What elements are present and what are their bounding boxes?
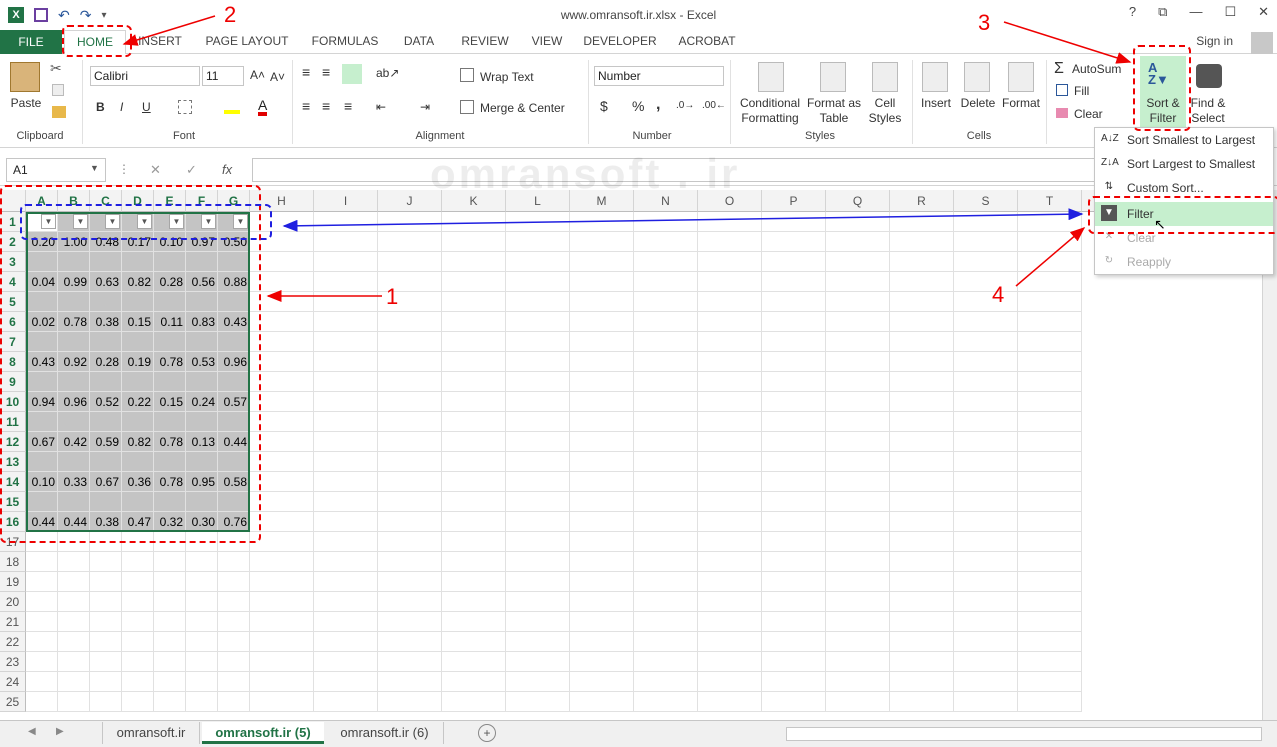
- excel-window: X ↶ ↷ ▾ www.omransoft.ir.xlsx - Excel ? …: [0, 0, 1277, 747]
- arrow-to-home: [122, 15, 216, 46]
- annotation-number-4: 4: [992, 282, 1005, 307]
- arrow-filter-link: [282, 208, 1084, 232]
- annotation-arrows: [122, 15, 1132, 302]
- arrow-to-sort: [1003, 21, 1132, 64]
- annotation-number-2: 2: [224, 2, 237, 27]
- arrow-to-filter: [1015, 227, 1086, 287]
- annotation-number-3: 3: [978, 10, 991, 35]
- annotation-number-1: 1: [386, 284, 399, 309]
